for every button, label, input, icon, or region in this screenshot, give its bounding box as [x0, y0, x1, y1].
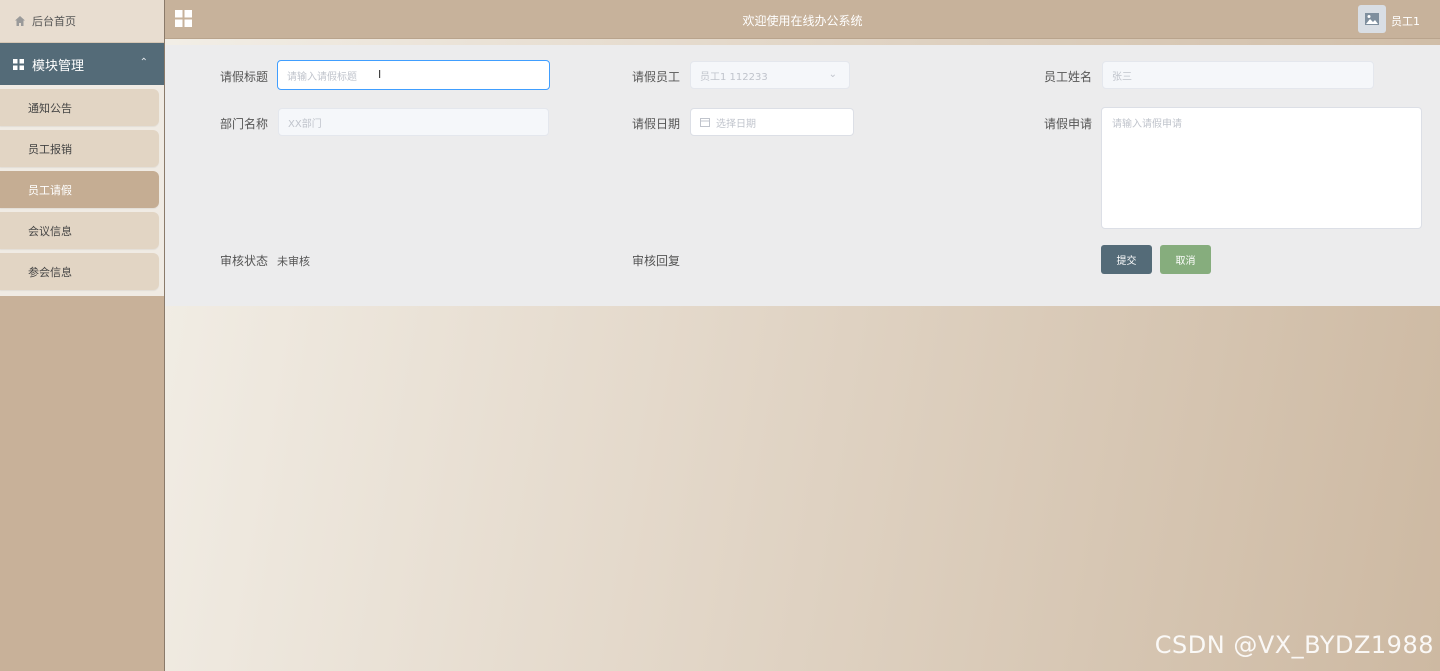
- sidebar-item-label: 通知公告: [28, 101, 72, 115]
- employee-name-field[interactable]: 张三: [1102, 61, 1374, 89]
- sidebar-item-label: 会议信息: [28, 224, 72, 238]
- submit-button[interactable]: 提交: [1101, 245, 1152, 274]
- sidebar-item-reimbursement[interactable]: 员工报销: [0, 130, 159, 167]
- sidebar-module-header[interactable]: 模块管理 ⌃: [0, 43, 164, 85]
- review-reply-label: 审核回复: [632, 254, 681, 268]
- leave-request-label: 请假申请: [1044, 117, 1093, 131]
- leave-date-placeholder: 选择日期: [716, 118, 756, 130]
- leave-employee-label: 请假员工: [632, 70, 681, 84]
- chevron-down-icon: ⌄: [828, 69, 837, 80]
- leave-title-placeholder: 请输入请假标题: [287, 71, 357, 83]
- sidebar-submenu: 通知公告 员工报销 员工请假 会议信息 参会信息: [0, 85, 164, 296]
- employee-name-label: 员工姓名: [1044, 70, 1093, 84]
- leave-request-placeholder: 请输入请假申请: [1112, 119, 1182, 130]
- page-title: 欢迎使用在线办公系统: [742, 14, 863, 28]
- sidebar-home-label: 后台首页: [32, 15, 76, 28]
- employee-name-value: 张三: [1112, 71, 1132, 83]
- home-icon: [15, 16, 25, 26]
- sidebar-item-notices[interactable]: 通知公告: [0, 89, 159, 126]
- avatar[interactable]: [1358, 5, 1386, 33]
- sidebar-module-label: 模块管理: [32, 58, 85, 74]
- sidebar-item-label: 员工报销: [28, 142, 72, 156]
- leave-title-input[interactable]: 请输入请假标题 I: [277, 60, 550, 90]
- sidebar-home-link[interactable]: 后台首页: [0, 0, 164, 43]
- department-label: 部门名称: [220, 117, 269, 131]
- department-field[interactable]: XX部门: [278, 108, 549, 136]
- sidebar-item-attendees[interactable]: 参会信息: [0, 253, 159, 290]
- calendar-icon: [700, 118, 710, 127]
- sidebar: 后台首页 模块管理 ⌃ 通知公告 员工报销 员工请假 会议信息 参会信息: [0, 0, 165, 671]
- leave-employee-select[interactable]: 员工1 112233 ⌄: [690, 61, 850, 89]
- leave-date-picker[interactable]: 选择日期: [690, 108, 854, 136]
- image-icon: [1365, 13, 1379, 25]
- username[interactable]: 员工1: [1391, 13, 1420, 29]
- watermark: CSDN @VX_BYDZ1988: [1154, 631, 1434, 659]
- leave-form: 请假标题 请输入请假标题 I 请假员工 员工1 112233 ⌄ 员工姓名 张三…: [165, 45, 1440, 306]
- grid-icon: [13, 58, 24, 70]
- top-header: 欢迎使用在线办公系统 员工1: [165, 0, 1440, 39]
- sidebar-item-label: 员工请假: [28, 183, 72, 197]
- sidebar-item-meetings[interactable]: 会议信息: [0, 212, 159, 249]
- cancel-button[interactable]: 取消: [1160, 245, 1211, 274]
- department-value: XX部门: [288, 118, 322, 130]
- chevron-up-icon[interactable]: ⌃: [140, 57, 148, 68]
- leave-date-label: 请假日期: [632, 117, 681, 131]
- review-status-label: 审核状态: [220, 254, 269, 268]
- leave-title-label: 请假标题: [220, 70, 269, 84]
- review-status-value: 未审核: [277, 255, 310, 268]
- sidebar-item-leave[interactable]: 员工请假: [0, 171, 159, 208]
- sidebar-item-label: 参会信息: [28, 265, 72, 279]
- leave-request-textarea[interactable]: 请输入请假申请: [1101, 107, 1422, 229]
- main-content: 请假标题 请输入请假标题 I 请假员工 员工1 112233 ⌄ 员工姓名 张三…: [165, 39, 1440, 671]
- leave-employee-value: 员工1 112233: [700, 71, 768, 83]
- text-cursor-icon: I: [378, 68, 382, 81]
